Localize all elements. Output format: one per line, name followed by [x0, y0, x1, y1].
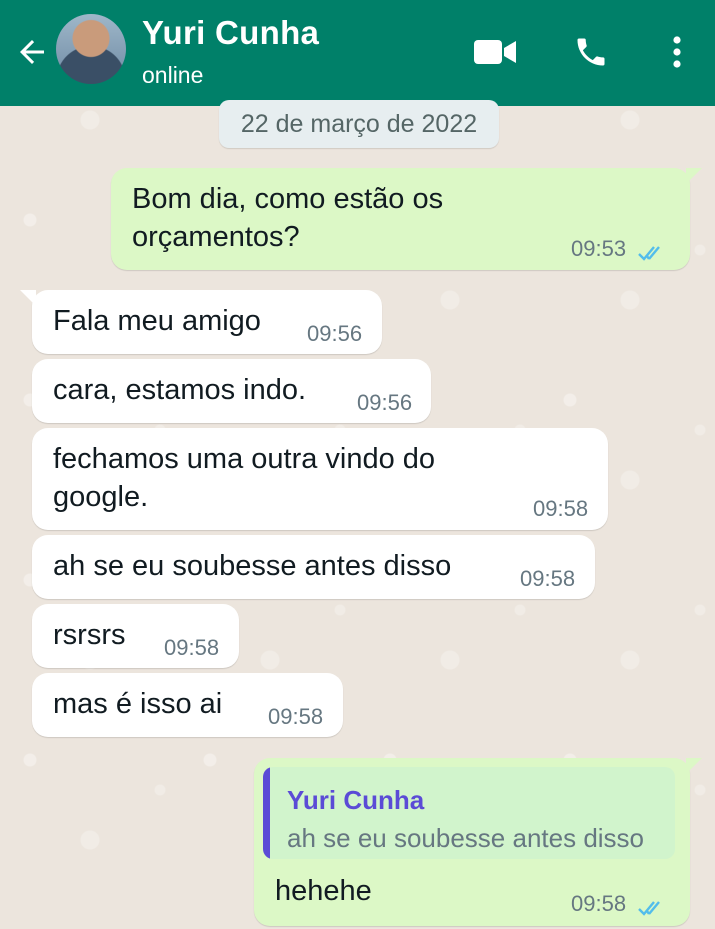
- message-bubble-outgoing[interactable]: Yuri Cunha ah se eu soubesse antes disso…: [254, 758, 702, 929]
- double-check-icon: [637, 891, 669, 929]
- message-bubble-outgoing[interactable]: Bom dia, como estão os orçamentos? 09:53: [111, 168, 702, 270]
- bubble-tail: [686, 168, 702, 184]
- message-time: 09:58: [520, 566, 576, 591]
- more-vert-icon[interactable]: [652, 30, 702, 74]
- message-text: rsrsrs: [53, 619, 126, 651]
- video-call-icon[interactable]: [470, 30, 520, 74]
- message-bubble-incoming[interactable]: ah se eu soubesse antes disso 09:58: [32, 535, 595, 599]
- message-text: mas é isso ai: [53, 688, 223, 720]
- message-text: Fala meu amigo: [53, 305, 261, 337]
- phone-icon[interactable]: [566, 30, 616, 74]
- date-separator: 22 de março de 2022: [219, 100, 499, 148]
- contact-name[interactable]: Yuri Cunha: [142, 14, 319, 52]
- reply-quote[interactable]: Yuri Cunha ah se eu soubesse antes disso: [263, 767, 675, 859]
- message-time: 09:58: [533, 496, 589, 521]
- message-bubble-incoming[interactable]: cara, estamos indo. 09:56: [32, 359, 431, 423]
- message-bubble-incoming[interactable]: rsrsrs 09:58: [32, 604, 239, 668]
- message-bubble-incoming[interactable]: mas é isso ai 09:58: [32, 673, 343, 737]
- reply-quote-author: Yuri Cunha: [287, 785, 425, 815]
- message-text: fechamos uma outra vindo do google.: [53, 443, 436, 513]
- double-check-icon: [637, 236, 669, 274]
- message-time: 09:56: [307, 321, 363, 346]
- message-time: 09:53: [571, 236, 627, 261]
- message-time: 09:58: [164, 635, 220, 660]
- message-text: ah se eu soubesse antes disso: [53, 550, 452, 582]
- contact-status: online: [142, 62, 204, 88]
- message-text: hehehe: [275, 875, 372, 907]
- back-arrow-icon[interactable]: [12, 30, 52, 74]
- message-time: 09:56: [357, 390, 413, 415]
- message-bubble-incoming[interactable]: Fala meu amigo 09:56: [20, 290, 382, 354]
- message-text: cara, estamos indo.: [53, 374, 307, 406]
- message-text: Bom dia, como estão os orçamentos?: [132, 183, 444, 253]
- message-bubble-incoming[interactable]: fechamos uma outra vindo do google. 09:5…: [32, 428, 608, 530]
- contact-avatar[interactable]: [56, 14, 126, 84]
- bubble-tail: [20, 290, 36, 306]
- reply-quote-text: ah se eu soubesse antes disso: [287, 823, 645, 853]
- message-time: 09:58: [571, 891, 627, 916]
- message-time: 09:58: [268, 704, 324, 729]
- bubble-tail: [686, 758, 702, 774]
- chat-header: Yuri Cunha online: [0, 0, 715, 106]
- reply-quote-accent: [263, 767, 270, 859]
